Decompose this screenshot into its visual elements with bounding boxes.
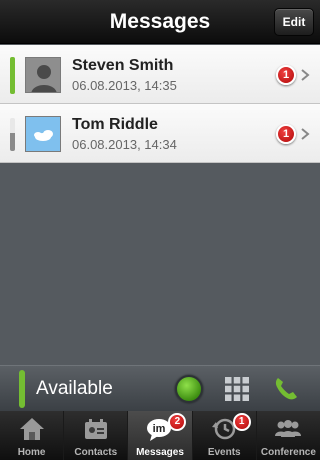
message-timestamp: 06.08.2013, 14:35 bbox=[72, 78, 177, 93]
contact-name: Tom Riddle bbox=[72, 116, 158, 133]
tab-label: Contacts bbox=[74, 447, 118, 458]
tab-label: Events bbox=[207, 447, 241, 458]
events-badge: 1 bbox=[232, 413, 251, 431]
default-avatar-icon bbox=[26, 58, 60, 92]
tab-home[interactable]: Home bbox=[0, 411, 63, 460]
avatar bbox=[25, 116, 61, 152]
presence-status-label[interactable]: Available bbox=[36, 366, 113, 412]
tab-conference[interactable]: Conference bbox=[255, 411, 320, 460]
conversation-row[interactable]: Steven Smith 06.08.2013, 14:35 1 bbox=[0, 45, 320, 104]
phone-icon[interactable] bbox=[273, 376, 299, 402]
status-dot-button[interactable] bbox=[175, 375, 203, 403]
avatar bbox=[25, 57, 61, 93]
navigation-bar: Messages Edit bbox=[0, 0, 320, 44]
tab-label: Home bbox=[17, 447, 46, 458]
unread-count-badge: 1 bbox=[276, 124, 296, 144]
presence-indicator bbox=[10, 118, 15, 151]
unread-count-badge: 1 bbox=[276, 65, 296, 85]
im-glyph: im bbox=[153, 423, 166, 435]
tab-label: Messages bbox=[136, 447, 184, 458]
messages-badge: 2 bbox=[168, 413, 187, 431]
tab-bar: Home Contacts im 2 Messages 1 Events Con… bbox=[0, 411, 320, 460]
chevron-right-icon bbox=[301, 69, 310, 81]
tab-events[interactable]: 1 Events bbox=[191, 411, 256, 460]
sky-avatar-icon bbox=[26, 117, 60, 151]
edit-button[interactable]: Edit bbox=[274, 8, 314, 36]
message-timestamp: 06.08.2013, 14:34 bbox=[72, 137, 177, 152]
tab-contacts[interactable]: Contacts bbox=[63, 411, 127, 460]
presence-indicator bbox=[10, 57, 15, 94]
conversation-list: Steven Smith 06.08.2013, 14:35 1 Tom Rid… bbox=[0, 45, 320, 163]
tab-label: Conference bbox=[260, 447, 316, 458]
presence-status-bar: Available bbox=[0, 365, 320, 411]
status-color-indicator bbox=[19, 370, 25, 408]
dialpad-icon[interactable] bbox=[224, 376, 250, 402]
tab-messages[interactable]: im 2 Messages bbox=[127, 411, 192, 460]
conversation-row[interactable]: Tom Riddle 06.08.2013, 14:34 1 bbox=[0, 104, 320, 163]
conference-icon bbox=[275, 420, 302, 437]
contact-name: Steven Smith bbox=[72, 57, 174, 74]
chevron-right-icon bbox=[301, 128, 310, 140]
page-title: Messages bbox=[109, 10, 211, 33]
home-icon bbox=[19, 418, 44, 440]
contacts-icon bbox=[84, 419, 107, 439]
